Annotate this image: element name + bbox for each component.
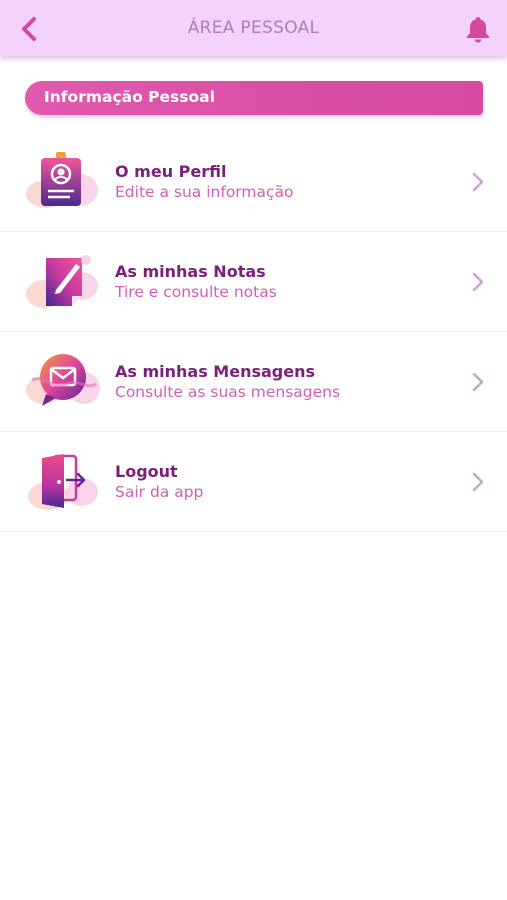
menu-item-title: As minhas Notas	[115, 262, 266, 281]
menu-item-subtitle: Consulte as suas mensagens	[115, 383, 341, 401]
section-title: Informação Pessoal	[44, 88, 215, 106]
section-header-personal-info: Informação Pessoal	[25, 81, 483, 115]
notes-pen-icon	[26, 255, 98, 308]
chevron-right-icon	[472, 172, 484, 192]
menu-item-subtitle: Tire e consulte notas	[115, 283, 277, 301]
chevron-right-icon	[472, 372, 484, 392]
top-bar: ÁREA PESSOAL	[0, 0, 507, 56]
menu-item-title: As minhas Mensagens	[115, 362, 316, 381]
message-bubble-icon	[26, 354, 100, 406]
chevron-right-icon	[472, 272, 484, 292]
bell-icon	[467, 17, 489, 43]
menu-item-notes[interactable]: As minhas Notas Tire e consulte notas	[0, 232, 507, 332]
menu-item-title: O meu Perfil	[115, 162, 227, 181]
chevron-right-icon	[472, 472, 484, 492]
menu-item-subtitle: Edite a sua informação	[115, 183, 294, 201]
menu-item-profile[interactable]: O meu Perfil Edite a sua informação	[0, 132, 507, 232]
menu-item-subtitle: Sair da app	[115, 483, 204, 501]
menu-item-logout[interactable]: Logout Sair da app	[0, 432, 507, 532]
logout-door-icon	[28, 454, 98, 510]
profile-badge-icon	[26, 152, 98, 208]
notifications-button[interactable]	[461, 12, 495, 46]
menu-item-messages[interactable]: As minhas Mensagens Consulte as suas men…	[0, 332, 507, 432]
menu-item-title: Logout	[115, 462, 178, 481]
menu-list: O meu Perfil Edite a sua informação As m…	[0, 132, 507, 532]
page-title: ÁREA PESSOAL	[187, 18, 320, 38]
